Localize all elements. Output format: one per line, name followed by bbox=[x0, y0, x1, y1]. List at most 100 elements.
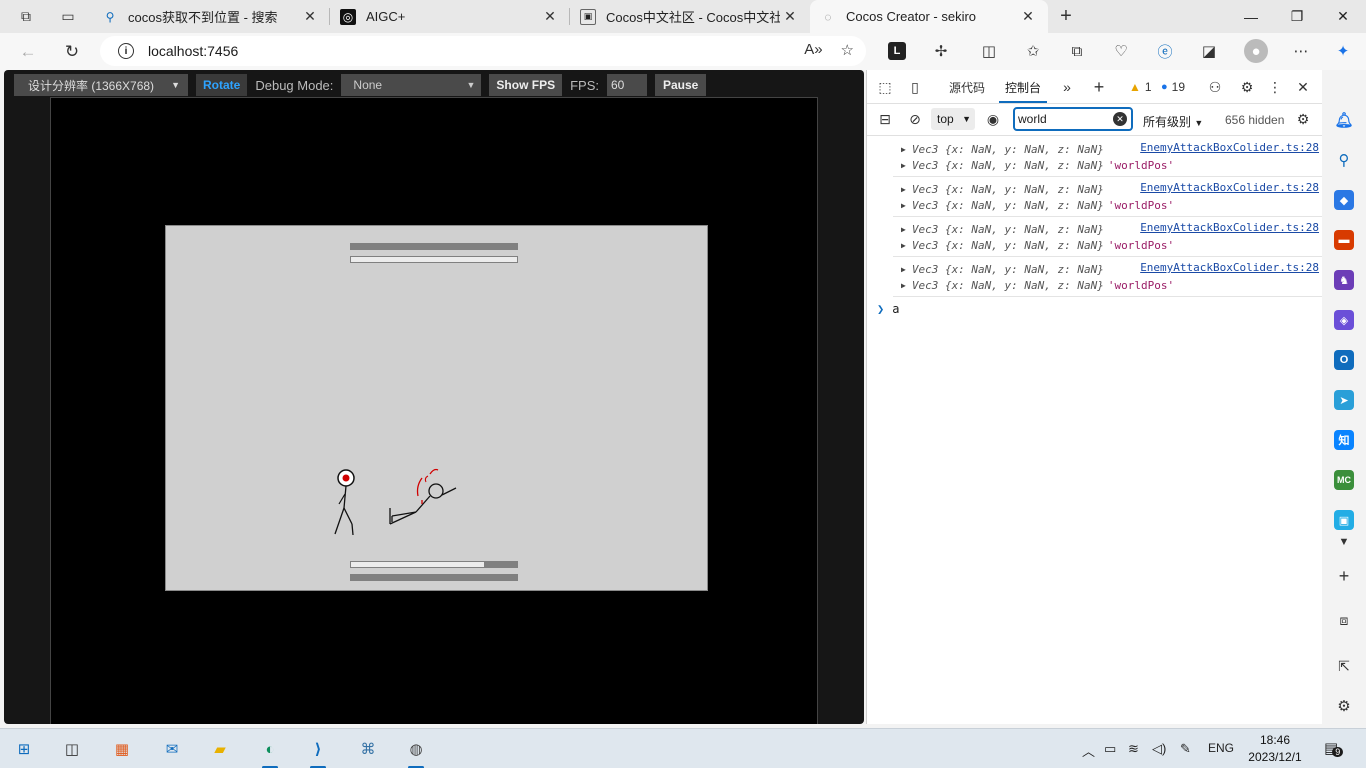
game-scene[interactable] bbox=[165, 225, 708, 591]
log-line[interactable]: ▶ Vec3 {x: NaN, y: NaN, z: NaN} bbox=[901, 261, 1104, 277]
edge-browser-icon[interactable]: ◐ bbox=[256, 735, 284, 768]
cocos-dashboard-icon[interactable]: ◍ bbox=[402, 735, 430, 768]
notification-center[interactable]: ▤ 9 bbox=[1324, 739, 1344, 757]
filter-input[interactable]: world ✕ bbox=[1013, 107, 1133, 131]
messages-counter[interactable]: ● 19 bbox=[1161, 78, 1195, 96]
log-line[interactable]: ▶ Vec3 {x: NaN, y: NaN, z: NaN} bbox=[901, 141, 1104, 157]
restore-icon[interactable]: ❐ bbox=[1274, 0, 1320, 33]
add-tab-icon[interactable]: + bbox=[1089, 77, 1109, 97]
favorite-star-icon[interactable]: ☆ bbox=[841, 41, 854, 59]
open-external-icon[interactable]: ⇱ bbox=[1334, 656, 1354, 676]
address-bar[interactable]: i localhost:7456 A» ☆ bbox=[100, 36, 866, 66]
wifi-icon[interactable]: ≋ bbox=[1128, 741, 1139, 757]
profile-avatar[interactable]: ● bbox=[1244, 39, 1268, 63]
inspect-element-icon[interactable]: ⬚ bbox=[875, 78, 895, 96]
send-icon[interactable]: ➤ bbox=[1334, 390, 1354, 410]
vscode-icon[interactable]: ⟩ bbox=[304, 735, 332, 768]
source-link[interactable]: EnemyAttackBoxColider.ts:28 bbox=[1140, 221, 1319, 234]
workspaces-icon[interactable]: ⧉ bbox=[12, 4, 40, 28]
log-line[interactable]: ▶ Vec3 {x: NaN, y: NaN, z: NaN} bbox=[901, 221, 1104, 237]
resolution-select[interactable]: 设计分辨率 (1366X768) ▼ bbox=[14, 74, 188, 96]
pen-icon[interactable]: ✎ bbox=[1180, 741, 1191, 757]
close-devtools-icon[interactable]: ✕ bbox=[1293, 78, 1313, 96]
tray-overflow-chevron-icon[interactable]: ︿ bbox=[1082, 741, 1095, 760]
issues-icon[interactable]: ⚇ bbox=[1205, 78, 1225, 96]
favorites-icon[interactable]: ✩ bbox=[1022, 40, 1044, 62]
browser-essentials-icon[interactable]: ♡ bbox=[1110, 40, 1132, 62]
expand-triangle-icon[interactable]: ▶ bbox=[901, 201, 906, 210]
expand-triangle-icon[interactable]: ▶ bbox=[901, 281, 906, 290]
expand-triangle-icon[interactable]: ▶ bbox=[901, 145, 906, 154]
source-link[interactable]: EnemyAttackBoxColider.ts:28 bbox=[1140, 181, 1319, 194]
source-link[interactable]: EnemyAttackBoxColider.ts:28 bbox=[1140, 261, 1319, 274]
clear-console-icon[interactable]: ⊘ bbox=[905, 110, 925, 128]
extensions-puzzle-icon[interactable]: ✢ bbox=[930, 40, 952, 62]
collections-icon[interactable]: ⧉ bbox=[1066, 40, 1088, 62]
close-tab-icon[interactable]: ✕ bbox=[780, 8, 800, 25]
mail-icon[interactable]: ✉ bbox=[158, 735, 186, 763]
close-window-icon[interactable]: ✕ bbox=[1320, 0, 1366, 33]
log-line[interactable]: ▶ Vec3 {x: NaN, y: NaN, z: NaN}'worldPos' bbox=[901, 197, 1174, 213]
pause-button[interactable]: Pause bbox=[654, 74, 707, 96]
expand-triangle-icon[interactable]: ▶ bbox=[901, 265, 906, 274]
split-screen-icon[interactable]: ◫ bbox=[978, 40, 1000, 62]
fps-input[interactable]: 60 bbox=[606, 74, 647, 96]
tab-console[interactable]: 控制台 bbox=[998, 79, 1048, 103]
tab-search[interactable]: ⚲ cocos获取不到位置 - 搜索 ✕ bbox=[92, 0, 330, 33]
copilot-icon[interactable]: ✦ bbox=[1332, 40, 1354, 62]
tools-briefcase-icon[interactable]: ▬ bbox=[1334, 230, 1354, 250]
log-line[interactable]: ▶ Vec3 {x: NaN, y: NaN, z: NaN}'worldPos' bbox=[901, 157, 1174, 173]
close-tab-icon[interactable]: ✕ bbox=[1018, 8, 1038, 25]
microsoft-365-icon[interactable]: ◈ bbox=[1334, 310, 1354, 330]
add-sidebar-app-icon[interactable]: + bbox=[1334, 566, 1354, 586]
zhihu-icon[interactable]: 知 bbox=[1334, 430, 1354, 450]
log-line[interactable]: ▶ Vec3 {x: NaN, y: NaN, z: NaN}'worldPos' bbox=[901, 277, 1174, 293]
expand-triangle-icon[interactable]: ▶ bbox=[901, 161, 906, 170]
console-prompt[interactable]: ❯ a bbox=[877, 302, 899, 316]
prompt-input[interactable]: a bbox=[892, 302, 899, 316]
sidebar-settings-gear-icon[interactable]: ⚙ bbox=[1334, 696, 1354, 716]
games-icon[interactable]: ♞ bbox=[1334, 270, 1354, 290]
warnings-counter[interactable]: ▲ 1 bbox=[1129, 78, 1163, 96]
device-toolbar-icon[interactable]: ▯ bbox=[905, 78, 925, 96]
show-fps-button[interactable]: Show FPS bbox=[489, 74, 563, 96]
input-language[interactable]: ENG bbox=[1208, 741, 1234, 755]
expand-triangle-icon[interactable]: ▶ bbox=[901, 241, 906, 250]
close-tab-icon[interactable]: ✕ bbox=[540, 8, 560, 25]
vertical-tabs-icon[interactable]: ▭ bbox=[54, 4, 82, 28]
shopping-tag-icon[interactable]: ◆ bbox=[1334, 190, 1354, 210]
live-expression-eye-icon[interactable]: ◉ bbox=[983, 110, 1003, 128]
site-info-icon[interactable]: i bbox=[118, 43, 134, 59]
mc-icon[interactable]: MC bbox=[1334, 470, 1354, 490]
screenshot-icon[interactable]: ◪ bbox=[1198, 40, 1220, 62]
volume-icon[interactable]: ◁) bbox=[1152, 741, 1166, 757]
back-icon[interactable]: ← bbox=[14, 38, 42, 66]
more-tabs-icon[interactable]: » bbox=[1057, 78, 1077, 96]
start-windows-icon[interactable]: ⊞ bbox=[10, 735, 38, 763]
battery-icon[interactable]: ▭ bbox=[1104, 741, 1116, 757]
chevron-down-icon[interactable]: ▼ bbox=[1334, 532, 1354, 552]
source-link[interactable]: EnemyAttackBoxColider.ts:28 bbox=[1140, 141, 1319, 154]
devtools-menu-icon[interactable]: ⋮ bbox=[1265, 78, 1285, 96]
console-settings-gear-icon[interactable]: ⚙ bbox=[1293, 110, 1313, 128]
outlook-icon[interactable]: O bbox=[1334, 350, 1354, 370]
log-levels-select[interactable]: 所有级别 ▼ bbox=[1143, 113, 1203, 130]
bilibili-icon[interactable]: ▣ bbox=[1334, 510, 1354, 530]
debug-mode-select[interactable]: None ▼ bbox=[341, 74, 482, 96]
minimize-icon[interactable]: — bbox=[1228, 0, 1274, 33]
python-icon[interactable]: ⌘ bbox=[354, 735, 382, 763]
new-tab-icon[interactable]: + bbox=[1052, 4, 1080, 28]
expand-triangle-icon[interactable]: ▶ bbox=[901, 185, 906, 194]
tab-cocos-creator[interactable]: ◌ Cocos Creator - sekiro ✕ bbox=[810, 0, 1048, 33]
game-canvas[interactable] bbox=[50, 97, 818, 724]
tab-cocos-forum[interactable]: ▣ Cocos中文社区 - Cocos中文社区 ✕ bbox=[570, 0, 810, 33]
more-menu-icon[interactable]: ⋯ bbox=[1290, 40, 1312, 62]
tab-sources[interactable]: 源代码 bbox=[949, 79, 985, 96]
notifications-bell-icon[interactable]: 🔔︎ bbox=[1334, 110, 1354, 130]
log-line[interactable]: ▶ Vec3 {x: NaN, y: NaN, z: NaN} bbox=[901, 181, 1104, 197]
extension-l-icon[interactable]: L bbox=[888, 42, 906, 60]
refresh-icon[interactable]: ↻ bbox=[58, 38, 86, 66]
search-icon[interactable]: ⚲ bbox=[1334, 150, 1354, 170]
close-tab-icon[interactable]: ✕ bbox=[300, 8, 320, 25]
log-line[interactable]: ▶ Vec3 {x: NaN, y: NaN, z: NaN}'worldPos' bbox=[901, 237, 1174, 253]
